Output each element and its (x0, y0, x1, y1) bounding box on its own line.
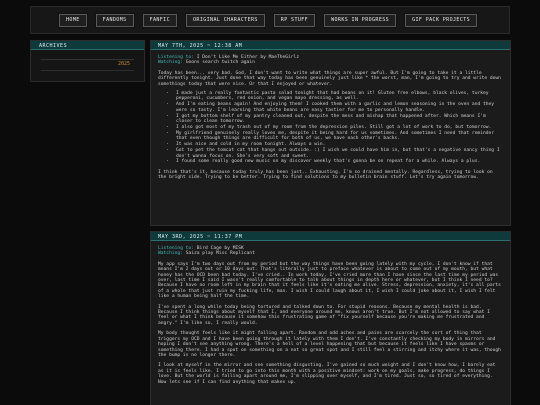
list-item: I made just a really fantastic pasta sal… (176, 91, 503, 102)
watching-line: Watching: Saiza play Misc Replicant (158, 251, 503, 256)
bullet-list: I made just a really fantastic pasta sal… (176, 91, 503, 165)
list-item: Got to pet the tomcat cat that hangs out… (176, 148, 503, 159)
archive-year-link[interactable]: 2025 (118, 61, 130, 67)
archives-title: ARCHIVES (31, 41, 144, 50)
watching-value: Goons search twitch again (185, 60, 255, 66)
list-item: I got my bottom shelf of my pantry clean… (176, 114, 503, 125)
nav-gif-pack-projects-button[interactable]: GIF PACK PROJECTS (405, 13, 478, 27)
post-date: MAY 3RD, 2025 ~ 11:37 PM (151, 232, 510, 241)
post-paragraph: My body thought feels like it might fall… (158, 331, 501, 358)
nav-works-in-progress-button[interactable]: WORKS IN PROGRESS (324, 13, 397, 27)
post-paragraph: My app says I'm two days out from my per… (158, 261, 501, 300)
watching-line: Watching: Goons search twitch again (158, 60, 503, 65)
post-body: Listening to: I Don't Like Me Either by … (151, 50, 510, 185)
nav-rp-stuff-button[interactable]: RP STUFF (273, 13, 316, 27)
blog-post: MAY 7TH, 2025 ~ 12:38 AM Listening to: I… (150, 40, 511, 226)
list-item: And I'm eating beans again! And enjoying… (176, 102, 503, 113)
nav-fanfic-button[interactable]: FANFIC (142, 13, 177, 27)
list-item: My girlfriend genuinely really loves me,… (176, 131, 503, 142)
list-item: I also got most of my trash out of my ro… (176, 125, 503, 130)
post-date: MAY 7TH, 2025 ~ 12:38 AM (151, 41, 510, 50)
divider (41, 70, 134, 71)
list-item: I found some really good new music on my… (176, 159, 503, 164)
divider (41, 59, 134, 60)
list-item: It was nice and cold in my room tonight.… (176, 142, 503, 147)
post-paragraph: Today has been... very bad. God, I don't… (158, 70, 501, 87)
watching-value: Saiza play Misc Replicant (185, 251, 255, 257)
post-paragraph: I've spent a long while today being tort… (158, 304, 490, 326)
blog-post: MAY 3RD, 2025 ~ 11:37 PM Listening to: B… (150, 231, 511, 405)
nav-original-characters-button[interactable]: ORIGINAL CHARACTERS (186, 13, 265, 27)
post-body: Listening to: Bird Cage by MISK Watching… (151, 241, 510, 389)
nav-home-button[interactable]: HOME (59, 13, 87, 27)
nav-fandoms-button[interactable]: FANDOMS (95, 13, 134, 27)
watching-label: Watching: (158, 60, 183, 66)
post-paragraph: I look at myself in the mirror and see s… (158, 363, 496, 385)
post-paragraph: I think that's it, because today truly h… (158, 169, 493, 181)
watching-label: Watching: (158, 251, 183, 257)
archives-sidebar: ARCHIVES 2025 (30, 40, 145, 82)
top-nav: HOME FANDOMS FANFIC ORIGINAL CHARACTERS … (30, 6, 510, 34)
